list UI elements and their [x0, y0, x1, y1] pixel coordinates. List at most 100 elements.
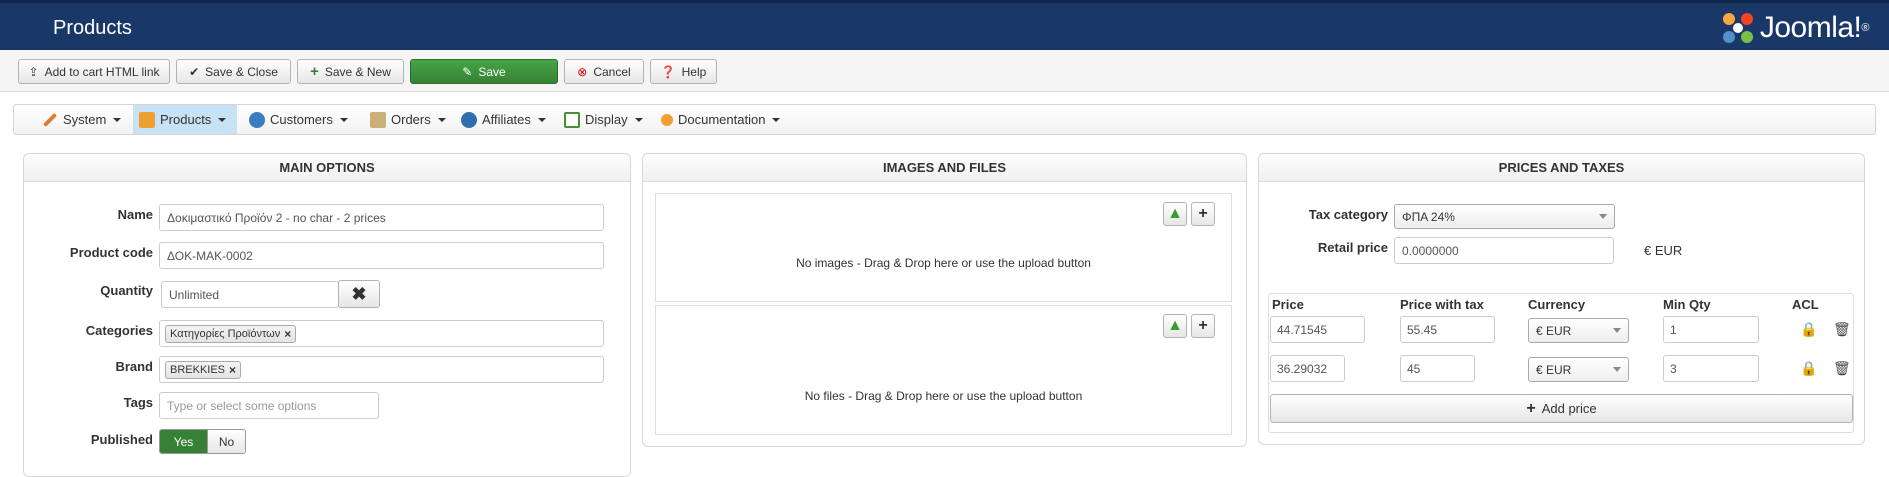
name-field[interactable]: Δοκιμαστικό Προϊόν 2 - no char - 2 price… [159, 204, 604, 231]
upload-file-button[interactable]: ▲ [1163, 314, 1187, 338]
caret-down-icon [772, 117, 781, 122]
remove-tag-icon[interactable]: × [229, 363, 236, 377]
add-image-button[interactable]: + [1191, 202, 1215, 226]
published-label: Published [90, 432, 153, 447]
brand-tag-label: BREKKIES [170, 363, 226, 376]
column-currency: Currency [1528, 297, 1586, 312]
published-yes-button[interactable]: Yes [160, 430, 207, 453]
nav-item-documentation[interactable]: Documentation [655, 105, 786, 134]
check-icon: ✔ [189, 64, 200, 79]
min-qty-field[interactable]: 3 [1663, 355, 1759, 382]
quantity-label: Quantity [100, 283, 153, 298]
currency-select[interactable]: € EUR [1528, 318, 1629, 343]
trash-icon[interactable]: 🗑 [1833, 360, 1851, 377]
tax-category-label: Tax category [1308, 207, 1388, 222]
users-icon [249, 111, 265, 128]
files-drop-zone[interactable]: ▲ + No files - Drag & Drop here or use t… [655, 305, 1232, 435]
product-code-field[interactable]: ΔΟΚ-ΜΑΚ-0002 [159, 242, 604, 269]
joomla-logo-icon [1722, 13, 1753, 43]
tax-category-select[interactable]: ΦΠΑ 24% [1394, 204, 1615, 229]
joomla-logo-text: Joomla! [1759, 11, 1862, 44]
affiliates-icon [461, 111, 477, 128]
price-with-tax-field[interactable]: 55.45 [1400, 316, 1495, 343]
nav-label: System [63, 112, 107, 127]
nav-label: Orders [391, 112, 431, 127]
chevron-down-icon [1613, 367, 1621, 372]
published-toggle: Yes No [159, 429, 246, 454]
images-files-title: IMAGES AND FILES [643, 154, 1246, 182]
brand-tag: BREKKIES × [165, 360, 242, 379]
lock-icon[interactable]: 🔒 [1800, 360, 1817, 377]
toolbar: ⇪ Add to cart HTML link ✔ Save & Close +… [0, 50, 1889, 92]
close-icon: ✖ [351, 283, 367, 304]
nav-item-products[interactable]: Products [133, 105, 237, 134]
main-options-panel: MAIN OPTIONS [23, 153, 631, 477]
add-to-cart-html-link-button[interactable]: ⇪ Add to cart HTML link [18, 59, 170, 84]
quantity-field[interactable]: Unlimited [161, 281, 339, 308]
nav-label: Display [585, 112, 628, 127]
plus-icon: + [1526, 399, 1536, 417]
retail-price-field[interactable]: 0.0000000 [1394, 237, 1614, 264]
help-label: Help [681, 64, 707, 79]
category-tag: Κατηγορίες Προϊόντων × [165, 324, 297, 343]
price-field[interactable]: 36.29032 [1270, 355, 1345, 382]
retail-currency: € EUR [1644, 243, 1683, 258]
product-code-label: Product code [69, 245, 153, 260]
cancel-button[interactable]: ⊗ Cancel [564, 59, 644, 84]
save-close-button[interactable]: ✔ Save & Close [176, 59, 291, 84]
upload-arrow-icon: ▲ [1167, 205, 1183, 222]
prices-taxes-title: PRICES AND TAXES [1259, 154, 1864, 182]
images-drop-zone[interactable]: ▲ + No images - Drag & Drop here or use … [655, 193, 1232, 302]
brand-field[interactable]: BREKKIES × [159, 356, 604, 383]
column-acl: ACL [1792, 297, 1819, 312]
main-options-title: MAIN OPTIONS [24, 154, 630, 182]
upload-image-button[interactable]: ▲ [1163, 202, 1187, 226]
category-tag-label: Κατηγορίες Προϊόντων [170, 327, 281, 340]
caret-down-icon [437, 117, 446, 122]
currency-select[interactable]: € EUR [1528, 357, 1629, 382]
lock-icon[interactable]: 🔒 [1800, 321, 1817, 338]
currency-value: € EUR [1536, 362, 1572, 377]
joomla-logo: Joomla! ® [1720, 9, 1869, 47]
nav-label: Products [160, 112, 212, 127]
price-field[interactable]: 44.71545 [1270, 316, 1365, 343]
nav-item-customers[interactable]: Customers [243, 105, 354, 134]
clear-quantity-button[interactable]: ✖ [338, 280, 380, 308]
add-price-button[interactable]: + Add price [1270, 394, 1853, 423]
caret-down-icon [537, 117, 546, 122]
save-button[interactable]: ✎ Save [410, 59, 558, 84]
files-empty-message: No files - Drag & Drop here or use the u… [804, 389, 1083, 403]
name-label: Name [117, 207, 153, 222]
nav-item-affiliates[interactable]: Affiliates [455, 105, 552, 134]
column-price: Price [1272, 297, 1304, 312]
tax-category-value: ΦΠΑ 24% [1402, 209, 1455, 224]
min-qty-field[interactable]: 1 [1663, 316, 1759, 343]
brand-label: Brand [115, 359, 153, 374]
help-button[interactable]: ❓ Help [650, 59, 717, 84]
published-no-button[interactable]: No [207, 430, 245, 453]
upload-icon: ⇪ [28, 64, 39, 79]
currency-value: € EUR [1536, 323, 1572, 338]
nav-item-system[interactable]: System [36, 105, 127, 134]
categories-label: Categories [85, 323, 153, 338]
cancel-label: Cancel [593, 64, 631, 79]
nav-item-display[interactable]: Display [558, 105, 649, 134]
tags-field[interactable]: Type or select some options [159, 392, 379, 419]
remove-tag-icon[interactable]: × [284, 327, 291, 341]
main-navigation: System Products Customers Orders Affilia… [13, 104, 1876, 135]
column-min-qty: Min Qty [1663, 297, 1711, 312]
nav-label: Documentation [678, 112, 766, 127]
price-with-tax-field[interactable]: 45 [1400, 355, 1475, 382]
nav-label: Customers [270, 112, 333, 127]
caret-down-icon [218, 117, 227, 122]
save-new-button[interactable]: + Save & New [297, 59, 404, 84]
trash-icon[interactable]: 🗑 [1833, 321, 1851, 338]
caret-down-icon [113, 117, 122, 122]
add-file-button[interactable]: + [1191, 314, 1215, 338]
tags-label: Tags [123, 395, 153, 410]
documentation-icon [661, 113, 673, 126]
header-bar: Products Joomla! ® [0, 0, 1889, 50]
nav-item-orders[interactable]: Orders [364, 105, 452, 134]
categories-field[interactable]: Κατηγορίες Προϊόντων × [159, 320, 604, 347]
box-icon [139, 111, 155, 128]
